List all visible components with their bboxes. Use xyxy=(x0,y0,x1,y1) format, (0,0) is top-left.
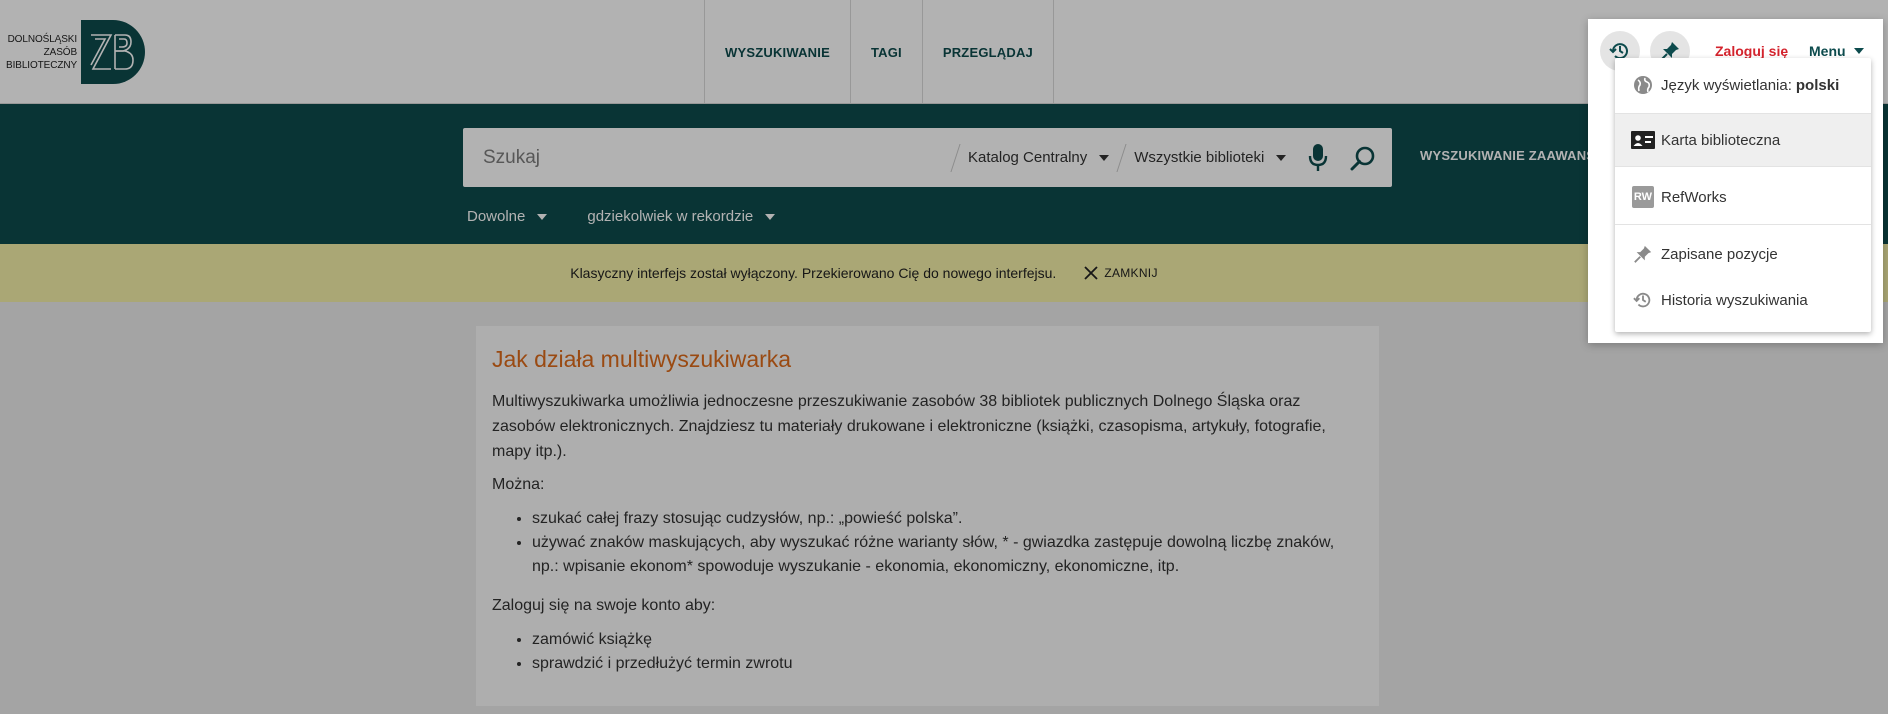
saved-items-label: Zapisane pozycje xyxy=(1661,245,1778,263)
menu-toggle-label: Menu xyxy=(1809,43,1846,59)
pin-icon xyxy=(1631,244,1655,264)
menu-item-saved-items[interactable]: Zapisane pozycje xyxy=(1615,228,1871,280)
language-label: Język wyświetlania: xyxy=(1661,76,1792,94)
menu-item-library-card[interactable]: Karta biblioteczna xyxy=(1615,114,1871,166)
login-link[interactable]: Zaloguj się xyxy=(1715,43,1788,59)
refworks-icon: RW xyxy=(1631,186,1655,208)
language-value: polski xyxy=(1795,76,1840,94)
globe-icon xyxy=(1631,75,1655,95)
chevron-down-icon xyxy=(1853,48,1864,54)
menu-item-language[interactable]: Język wyświetlania: polski xyxy=(1615,66,1871,104)
divider xyxy=(1615,166,1871,167)
search-history-label: Historia wyszukiwania xyxy=(1661,291,1808,309)
divider xyxy=(1615,224,1871,225)
history-icon xyxy=(1631,290,1655,310)
menu-item-refworks[interactable]: RW RefWorks xyxy=(1615,170,1871,224)
refworks-label: RefWorks xyxy=(1661,188,1727,206)
user-menu-panel: Zaloguj się Menu Język wyświetlania: pol… xyxy=(1588,19,1883,343)
library-card-icon xyxy=(1631,131,1655,149)
menu-item-search-history[interactable]: Historia wyszukiwania xyxy=(1615,276,1871,324)
refworks-badge: RW xyxy=(1632,186,1654,208)
menu-toggle[interactable]: Menu xyxy=(1809,43,1864,59)
user-menu-dropdown: Język wyświetlania: polski Karta bibliot… xyxy=(1615,58,1871,332)
library-card-label: Karta biblioteczna xyxy=(1661,131,1781,149)
